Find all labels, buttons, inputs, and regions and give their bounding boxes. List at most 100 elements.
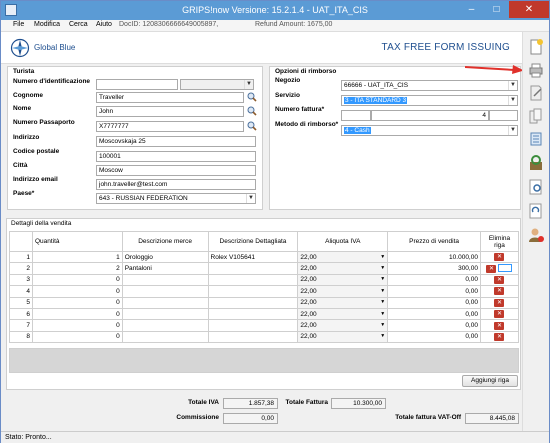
menu-aiuto[interactable]: Aiuto	[96, 21, 112, 28]
desc-cell[interactable]	[121, 296, 209, 309]
qty-cell[interactable]: 0	[31, 319, 123, 332]
detail-cell[interactable]	[207, 307, 299, 321]
invoice-number-field[interactable]: 4	[371, 110, 489, 121]
table-row[interactable]: ▶22Pantaloni 22,00▼300,00 ✕	[9, 262, 520, 275]
search-document-icon[interactable]	[527, 178, 545, 196]
country-select[interactable]: 643 - RUSSIAN FEDERATION ▼	[96, 193, 256, 204]
detail-cell[interactable]	[207, 273, 299, 287]
address-field[interactable]: Moscovskaja 25	[96, 136, 256, 147]
print-icon[interactable]	[527, 61, 545, 79]
invoice-prefix-field[interactable]	[341, 110, 371, 121]
qty-cell[interactable]: 2	[31, 262, 123, 275]
address-label: Indirizzo	[13, 134, 40, 141]
desc-cell[interactable]	[121, 307, 209, 321]
price-cell[interactable]: 0,00	[387, 330, 481, 344]
qty-cell[interactable]: 0	[31, 296, 123, 309]
menu-modifica[interactable]: Modifica	[34, 21, 60, 28]
delete-row-icon[interactable]: ✕	[486, 264, 497, 273]
detail-cell[interactable]	[207, 330, 299, 344]
price-cell[interactable]: 0,00	[387, 296, 481, 309]
delete-row-icon[interactable]: ✕	[494, 287, 505, 296]
vat-cell[interactable]: 22,00 ▼	[297, 262, 389, 275]
delete-cell: ✕	[479, 262, 520, 275]
search-icon[interactable]	[247, 92, 257, 102]
qty-cell[interactable]: 0	[31, 285, 123, 298]
price-cell[interactable]: 0,00	[387, 285, 481, 298]
refund-method-select[interactable]: 4 - Cash ▼	[341, 125, 518, 136]
menu-file[interactable]: File	[13, 21, 24, 28]
delete-row-icon[interactable]: ✕	[494, 253, 505, 262]
desc-cell[interactable]	[121, 319, 209, 332]
vat-cell[interactable]: 22,00 ▼	[297, 296, 389, 309]
id-number-label: Numero d'identificazione	[13, 78, 91, 85]
table-row[interactable]: 7 0 22,00 ▼ 0,00 ✕	[9, 319, 520, 332]
qty-cell[interactable]: 1	[31, 250, 123, 264]
vat-cell[interactable]: 22,00 ▼	[297, 273, 389, 287]
invoice-number-label: Numero fattura*	[275, 106, 325, 113]
price-cell[interactable]: 10.000,00	[387, 250, 481, 264]
desc-cell[interactable]: Orologgio	[121, 250, 209, 264]
detail-cell[interactable]	[207, 296, 299, 309]
maximize-button[interactable]: □	[484, 1, 509, 18]
vat-cell[interactable]: 22,00 ▼	[297, 330, 389, 344]
name-field[interactable]: John	[96, 106, 244, 117]
city-field[interactable]: Moscow	[96, 165, 256, 176]
delete-row-icon[interactable]: ✕	[494, 310, 505, 319]
vat-cell[interactable]: 22,00 ▼	[297, 307, 389, 321]
table-row[interactable]: 5 0 22,00 ▼ 0,00 ✕	[9, 296, 520, 309]
table-row[interactable]: 6 0 22,00 ▼ 0,00 ✕	[9, 307, 520, 321]
passport-field[interactable]: X7777777	[96, 121, 244, 132]
table-row[interactable]: 1 1 Orologgio Rolex V105641 22,00 ▼ 10.000,00 ✕	[9, 250, 520, 264]
list-icon[interactable]	[527, 130, 545, 148]
price-cell[interactable]: 300,00	[387, 262, 481, 275]
sync-icon[interactable]	[527, 202, 545, 220]
delete-row-icon[interactable]: ✕	[494, 298, 505, 307]
qty-cell[interactable]: 0	[31, 307, 123, 321]
vat-cell[interactable]: 22,00 ▼	[297, 285, 389, 298]
search-icon[interactable]	[247, 106, 257, 116]
id-type-select[interactable]: ▼	[180, 79, 254, 90]
vat-cell[interactable]: 22,00 ▼	[297, 319, 389, 332]
delete-row-icon[interactable]: ✕	[494, 275, 505, 284]
menu-cerca[interactable]: Cerca	[69, 21, 88, 28]
chevron-down-icon: ▼	[380, 253, 386, 260]
table-row[interactable]: 3 0 22,00 ▼ 0,00 ✕	[9, 273, 520, 287]
price-cell[interactable]: 0,00	[387, 307, 481, 321]
desc-cell[interactable]	[121, 273, 209, 287]
vat-cell[interactable]: 22,00 ▼	[297, 250, 389, 264]
detail-cell[interactable]: Rolex V105641	[207, 250, 299, 264]
desc-cell[interactable]: Pantaloni	[121, 262, 209, 275]
user-icon[interactable]	[527, 226, 545, 244]
surname-field[interactable]: Traveller	[96, 92, 244, 103]
detail-cell[interactable]	[207, 285, 299, 298]
row-number-cell: ▶2	[9, 262, 33, 275]
vat-value: 22,00	[300, 265, 317, 273]
search-icon[interactable]	[247, 121, 257, 131]
shop-select[interactable]: 66666 - UAT_ITA_CIS ▼	[341, 80, 518, 91]
email-field[interactable]: john.traveller@test.com	[96, 179, 256, 190]
desc-cell[interactable]	[121, 285, 209, 298]
delete-row-icon[interactable]: ✕	[494, 321, 505, 330]
id-number-field[interactable]	[96, 79, 178, 90]
detail-cell[interactable]	[207, 319, 299, 332]
close-button[interactable]: ✕	[509, 1, 549, 18]
refresh-icon[interactable]	[527, 154, 545, 172]
qty-cell[interactable]: 0	[31, 273, 123, 287]
price-cell[interactable]: 0,00	[387, 319, 481, 332]
table-row[interactable]: 8 0 22,00 ▼ 0,00 ✕	[9, 330, 520, 344]
detail-cell[interactable]	[207, 262, 299, 275]
table-row[interactable]: 4 0 22,00 ▼ 0,00 ✕	[9, 285, 520, 298]
invoice-suffix-field[interactable]	[489, 110, 518, 121]
delete-row-icon[interactable]: ✕	[494, 332, 505, 341]
zip-field[interactable]: 100001	[96, 151, 256, 162]
new-document-icon[interactable]	[527, 38, 545, 56]
service-select[interactable]: 3 - ITA STANDARD 3 ▼	[341, 95, 518, 106]
qty-cell[interactable]: 0	[31, 330, 123, 344]
minimize-button[interactable]: –	[459, 1, 484, 18]
price-cell[interactable]: 0,00	[387, 273, 481, 287]
add-row-button[interactable]: Aggiungi riga	[462, 375, 518, 387]
desc-cell[interactable]	[121, 330, 209, 344]
vat-total-label: Totale IVA	[188, 399, 219, 406]
copy-document-icon[interactable]	[527, 107, 545, 125]
edit-document-icon[interactable]	[527, 84, 545, 102]
